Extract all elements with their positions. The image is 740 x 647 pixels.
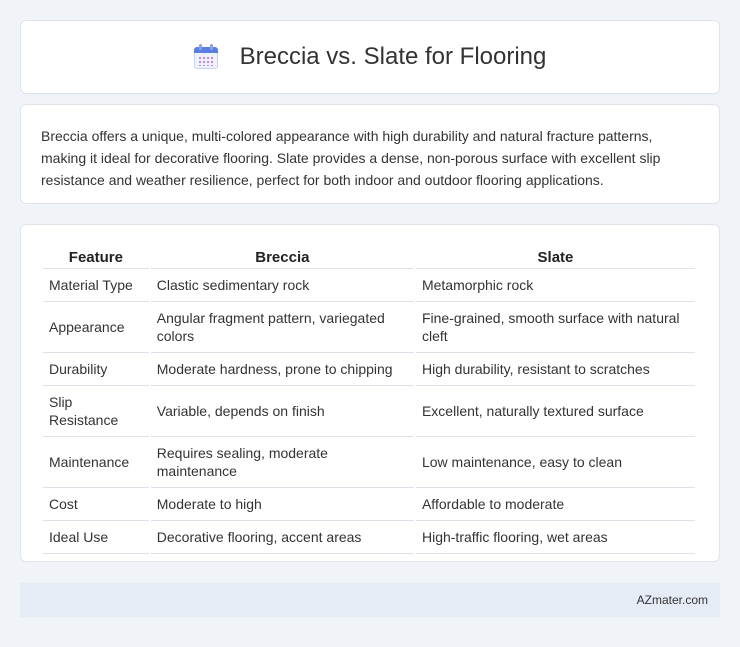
breccia-cell: Variable, depends on finish <box>150 386 414 437</box>
slate-cell: Affordable to moderate <box>415 488 695 521</box>
feature-cell: Appearance <box>43 302 149 353</box>
comparison-table: Feature Breccia Slate Material Type Clas… <box>41 245 697 554</box>
breccia-cell: Requires sealing, moderate maintenance <box>150 437 414 488</box>
feature-cell: Ideal Use <box>43 521 149 554</box>
feature-cell: Durability <box>43 353 149 386</box>
slate-cell: Low maintenance, easy to clean <box>415 437 695 488</box>
calendar-icon <box>193 44 218 70</box>
footer-source: AZmater.com <box>636 593 708 607</box>
table-row: Appearance Angular fragment pattern, var… <box>43 302 695 353</box>
table-row: Cost Moderate to high Affordable to mode… <box>43 488 695 521</box>
breccia-cell: Clastic sedimentary rock <box>150 269 414 302</box>
slate-cell: High-traffic flooring, wet areas <box>415 521 695 554</box>
table-row: Maintenance Requires sealing, moderate m… <box>43 437 695 488</box>
comparison-card: Feature Breccia Slate Material Type Clas… <box>20 224 720 562</box>
intro-paragraph: Breccia offers a unique, multi-colored a… <box>41 128 661 188</box>
feature-cell: Material Type <box>43 269 149 302</box>
table-row: Slip Resistance Variable, depends on fin… <box>43 386 695 437</box>
breccia-cell: Moderate to high <box>150 488 414 521</box>
slate-cell: Excellent, naturally textured surface <box>415 386 695 437</box>
header-feature: Feature <box>43 245 149 269</box>
breccia-cell: Angular fragment pattern, variegated col… <box>150 302 414 353</box>
title-wrap: Breccia vs. Slate for Flooring <box>193 43 547 71</box>
feature-cell: Cost <box>43 488 149 521</box>
slate-cell: Fine-grained, smooth surface with natura… <box>415 302 695 353</box>
table-row: Durability Moderate hardness, prone to c… <box>43 353 695 386</box>
title-card: Breccia vs. Slate for Flooring <box>20 20 720 94</box>
page-title: Breccia vs. Slate for Flooring <box>239 43 547 70</box>
table-row: Ideal Use Decorative flooring, accent ar… <box>43 521 695 554</box>
breccia-cell: Decorative flooring, accent areas <box>150 521 414 554</box>
feature-cell: Slip Resistance <box>43 386 149 437</box>
intro-card: Breccia offers a unique, multi-colored a… <box>20 104 720 204</box>
footer-bar: AZmater.com <box>20 583 720 617</box>
header-breccia: Breccia <box>150 245 414 269</box>
breccia-cell: Moderate hardness, prone to chipping <box>150 353 414 386</box>
feature-cell: Maintenance <box>43 437 149 488</box>
slate-cell: High durability, resistant to scratches <box>415 353 695 386</box>
table-header-row: Feature Breccia Slate <box>43 245 695 269</box>
slate-cell: Metamorphic rock <box>415 269 695 302</box>
table-row: Material Type Clastic sedimentary rock M… <box>43 269 695 302</box>
header-slate: Slate <box>415 245 695 269</box>
